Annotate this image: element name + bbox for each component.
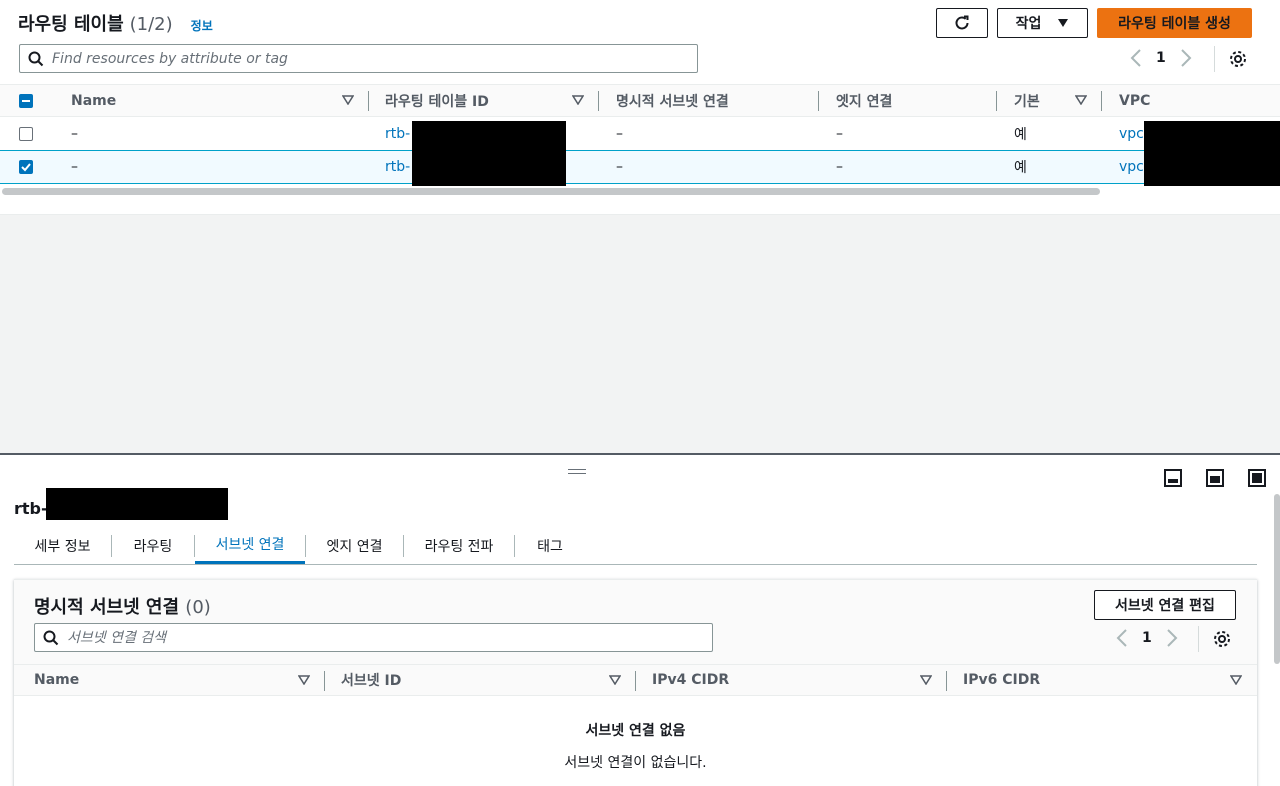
horizontal-scrollbar[interactable]: [2, 188, 1100, 195]
sort-caret-icon[interactable]: [572, 95, 584, 105]
column-header[interactable]: Name: [71, 85, 116, 116]
column-header[interactable]: IPv4 CIDR: [652, 665, 729, 695]
name-cell: –: [71, 159, 78, 175]
redacted-vpc-block: [1144, 121, 1280, 186]
subnet-association-cell: –: [616, 159, 623, 175]
tab-details[interactable]: 세부 정보: [14, 527, 111, 564]
refresh-icon: [955, 15, 969, 30]
refresh-button[interactable]: [936, 8, 988, 38]
subnet-table-header: Name 서브넷 ID IPv4 CIDR IPv6 CIDR: [14, 664, 1257, 696]
card-title: 명시적 서브넷 연결 (0): [34, 593, 211, 619]
page-number[interactable]: 1: [1156, 50, 1166, 66]
vertical-scrollbar[interactable]: [1274, 494, 1280, 664]
route-table-id-link[interactable]: rtb-: [385, 150, 410, 184]
resource-search[interactable]: [19, 44, 698, 73]
chevron-left-icon[interactable]: [1116, 628, 1128, 648]
tab-edge-associations[interactable]: 엣지 연결: [306, 527, 403, 564]
select-all-checkbox[interactable]: [19, 94, 33, 108]
column-header[interactable]: 기본: [1014, 85, 1040, 116]
column-header[interactable]: 라우팅 테이블 ID: [385, 85, 489, 116]
row-checkbox[interactable]: [19, 160, 33, 174]
panel-bottom-icon[interactable]: [1164, 469, 1182, 487]
column-header[interactable]: 명시적 서브넷 연결: [616, 85, 729, 116]
subnet-pagination: 1: [1116, 628, 1178, 648]
pagination: 1: [1130, 48, 1192, 68]
gear-icon[interactable]: [1229, 50, 1247, 68]
tab-route-propagation[interactable]: 라우팅 전파: [404, 527, 514, 564]
actions-label: 작업: [1015, 16, 1042, 32]
sort-caret-icon[interactable]: [342, 95, 354, 105]
table-row-selected[interactable]: – rtb- – – 예 vpc-: [0, 150, 1280, 184]
subnet-association-cell: –: [616, 126, 623, 142]
column-divider[interactable]: [324, 671, 325, 691]
create-route-table-button[interactable]: 라우팅 테이블 생성: [1097, 8, 1252, 38]
actions-dropdown[interactable]: 작업: [997, 8, 1088, 38]
pager-divider: [1198, 626, 1199, 652]
search-input[interactable]: [52, 50, 652, 67]
selection-count: (1/2): [129, 14, 173, 35]
indeterminate-mark: [22, 100, 30, 102]
edit-subnet-associations-button[interactable]: 서브넷 연결 편집: [1094, 590, 1236, 620]
column-divider[interactable]: [635, 671, 636, 691]
column-divider[interactable]: [996, 91, 997, 111]
column-divider[interactable]: [1101, 91, 1102, 111]
title-row: 라우팅 테이블 (1/2) 정보: [18, 10, 213, 36]
name-cell: –: [71, 126, 78, 142]
edge-association-cell: –: [836, 126, 843, 142]
main-cell: 예: [1014, 160, 1027, 176]
table-header: Name 라우팅 테이블 ID 명시적 서브넷 연결 엣지 연결 기본 VPC: [0, 84, 1280, 117]
panel-middle-icon[interactable]: [1206, 469, 1224, 487]
gear-icon[interactable]: [1213, 630, 1231, 648]
redacted-title-block: [46, 488, 228, 520]
chevron-left-icon[interactable]: [1130, 48, 1142, 68]
sort-caret-icon[interactable]: [1075, 95, 1087, 105]
edge-association-cell: –: [836, 159, 843, 175]
page-title: 라우팅 테이블: [18, 14, 124, 35]
tab-tags[interactable]: 태그: [515, 527, 585, 564]
column-divider[interactable]: [818, 91, 819, 111]
empty-state-title: 서브넷 연결 없음: [585, 723, 686, 739]
card-header: 명시적 서브넷 연결 (0) 서브넷 연결 편집 1: [14, 580, 1257, 664]
column-divider[interactable]: [946, 671, 947, 691]
page-number[interactable]: 1: [1142, 630, 1152, 646]
tab-subnet-associations[interactable]: 서브넷 연결: [195, 527, 305, 564]
chevron-right-icon[interactable]: [1166, 628, 1178, 648]
info-link[interactable]: 정보: [191, 17, 213, 34]
column-header[interactable]: 엣지 연결: [836, 85, 892, 116]
detail-tabs: 세부 정보 라우팅 서브넷 연결 엣지 연결 라우팅 전파 태그: [14, 527, 1257, 565]
route-tables-panel: 라우팅 테이블 (1/2) 정보 작업 라우팅 테이블 생성 1 Name 라우…: [0, 0, 1280, 215]
column-header[interactable]: 서브넷 ID: [341, 665, 401, 695]
column-header[interactable]: Name: [34, 665, 79, 695]
table-row[interactable]: – rtb- – – 예 vpc-: [0, 117, 1280, 151]
row-checkbox[interactable]: [19, 127, 33, 141]
sort-caret-icon[interactable]: [609, 675, 621, 685]
chevron-right-icon[interactable]: [1180, 48, 1192, 68]
pager-divider: [1214, 46, 1215, 72]
column-divider[interactable]: [368, 91, 369, 111]
subnet-associations-card: 명시적 서브넷 연결 (0) 서브넷 연결 편집 1 Name 서브넷 ID: [14, 579, 1257, 786]
details-split-panel: rtb-0 세부 정보 라우팅 서브넷 연결 엣지 연결 라우팅 전파 태그 명…: [0, 453, 1280, 786]
empty-state-message: 서브넷 연결이 없습니다.: [564, 755, 707, 771]
layout-controls: [1164, 469, 1266, 487]
sort-caret-icon[interactable]: [920, 675, 932, 685]
card-count: (0): [185, 597, 211, 618]
redacted-id-block: [412, 121, 566, 186]
sort-caret-icon[interactable]: [1230, 675, 1242, 685]
checkmark-icon: [21, 163, 31, 172]
tab-routes[interactable]: 라우팅: [112, 527, 194, 564]
resize-handle[interactable]: [568, 469, 586, 477]
subnet-search-input[interactable]: [67, 629, 667, 646]
column-header[interactable]: IPv6 CIDR: [963, 665, 1040, 695]
sort-caret-icon[interactable]: [298, 675, 310, 685]
route-table-id-link[interactable]: rtb-: [385, 117, 410, 151]
subnet-search[interactable]: [34, 623, 713, 652]
main-cell: 예: [1014, 127, 1027, 143]
search-icon: [28, 51, 44, 66]
panel-full-icon[interactable]: [1248, 469, 1266, 487]
card-title-text: 명시적 서브넷 연결: [34, 597, 180, 618]
search-icon: [43, 630, 59, 645]
column-divider[interactable]: [598, 91, 599, 111]
caret-down-icon: [1058, 19, 1069, 27]
column-header[interactable]: VPC: [1119, 85, 1150, 116]
